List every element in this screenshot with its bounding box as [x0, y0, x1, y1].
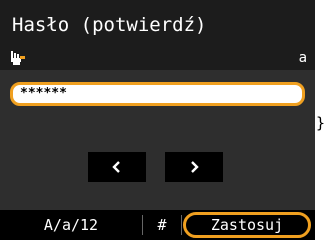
cursor-right-button[interactable] [165, 152, 223, 182]
input-mode-switch-button[interactable]: A/a/12 [0, 210, 142, 240]
divider [181, 215, 182, 235]
cursor-left-button[interactable] [88, 152, 146, 182]
password-confirm-screen: Hasło (potwierdź) a ****** A/a/12 # Zast… [0, 0, 315, 240]
chevron-right-icon [191, 161, 199, 173]
input-mode-indicator: a [298, 50, 307, 66]
password-input[interactable]: ****** [10, 82, 305, 106]
brace-glyph: } [316, 114, 326, 132]
softkey-bar: A/a/12 # Zastosuj [0, 210, 315, 240]
page-title: Hasło (potwierdź) [12, 14, 207, 36]
chevron-left-icon [112, 161, 120, 173]
symbol-button[interactable]: # [143, 210, 181, 240]
header-bar: Hasło (potwierdź) a [0, 0, 315, 70]
hand-pointer-icon [10, 50, 26, 65]
apply-button[interactable]: Zastosuj [183, 212, 311, 238]
